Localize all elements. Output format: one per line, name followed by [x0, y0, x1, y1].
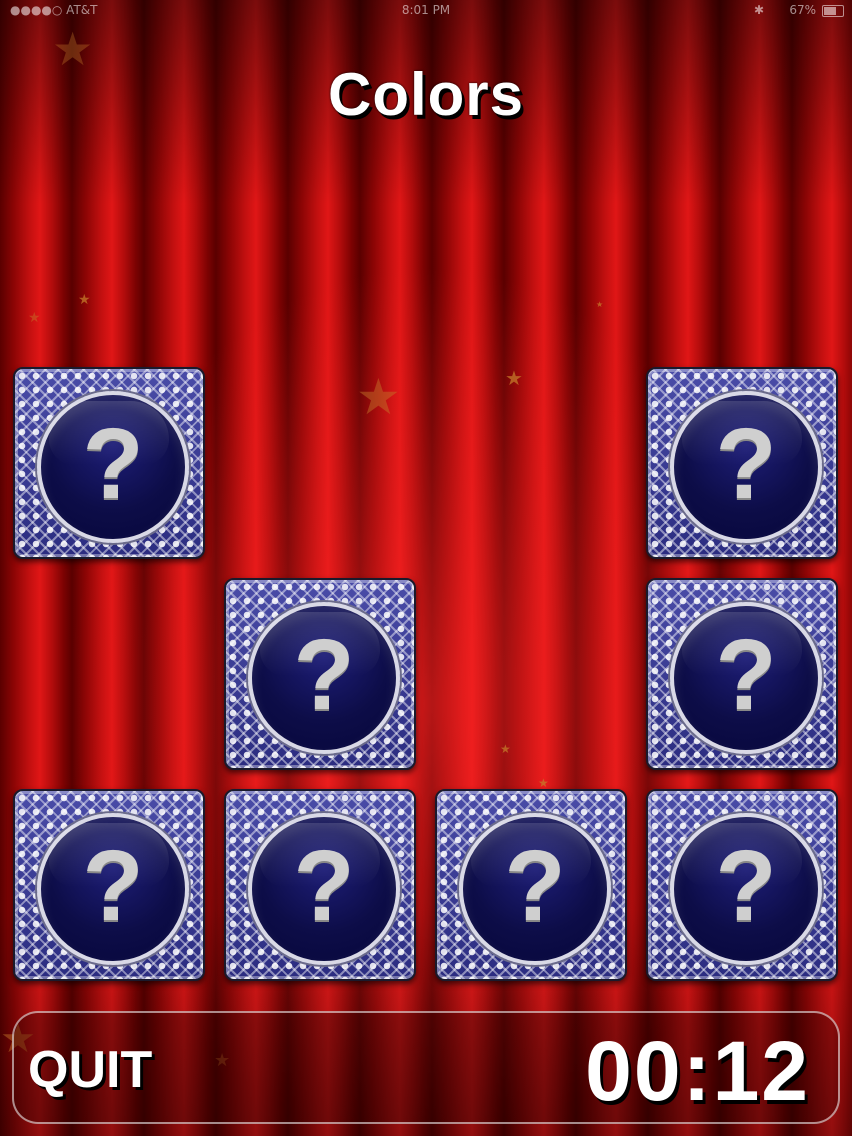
- battery-percent: 67%: [789, 3, 816, 17]
- question-mark-icon: ?: [715, 830, 777, 942]
- question-mark-icon: ?: [293, 619, 355, 731]
- card-circle: ?: [37, 391, 189, 543]
- card-circle: ?: [670, 813, 822, 965]
- memory-card[interactable]: ?: [224, 578, 416, 770]
- card-circle: ?: [670, 602, 822, 754]
- star-icon: ★: [78, 292, 91, 308]
- status-time: 8:01 PM: [401, 3, 451, 17]
- question-mark-icon: ?: [293, 830, 355, 942]
- card-circle: ?: [248, 602, 400, 754]
- question-mark-icon: ?: [82, 830, 144, 942]
- question-mark-icon: ?: [715, 619, 777, 731]
- memory-card[interactable]: ?: [435, 789, 627, 981]
- memory-card[interactable]: ?: [646, 789, 838, 981]
- card-circle: ?: [459, 813, 611, 965]
- memory-card[interactable]: ?: [224, 789, 416, 981]
- star-icon: ★: [538, 776, 549, 790]
- star-icon: ★: [596, 300, 604, 309]
- game-title: Colors: [327, 61, 525, 128]
- question-mark-icon: ?: [715, 408, 777, 520]
- memory-card[interactable]: ?: [13, 367, 205, 559]
- memory-card[interactable]: ?: [646, 578, 838, 770]
- card-circle: ?: [37, 813, 189, 965]
- battery-icon: [822, 5, 844, 17]
- status-bar: ●●●●○ AT&T 8:01 PM ✱ 67%: [0, 0, 852, 22]
- star-icon: ★: [505, 366, 523, 390]
- memory-card[interactable]: ?: [13, 789, 205, 981]
- timer-display: 00:12: [585, 1024, 810, 1118]
- question-mark-icon: ?: [82, 408, 144, 520]
- star-icon: ★: [500, 742, 511, 756]
- bluetooth-icon: ✱: [753, 3, 764, 17]
- quit-button[interactable]: QUIT: [20, 1035, 160, 1105]
- star-icon: ★: [28, 310, 41, 326]
- bottom-bar: QUIT 00:12: [12, 1011, 840, 1124]
- question-mark-icon: ?: [504, 830, 566, 942]
- star-icon: ★: [356, 368, 401, 426]
- card-circle: ?: [670, 391, 822, 543]
- card-circle: ?: [248, 813, 400, 965]
- memory-card[interactable]: ?: [646, 367, 838, 559]
